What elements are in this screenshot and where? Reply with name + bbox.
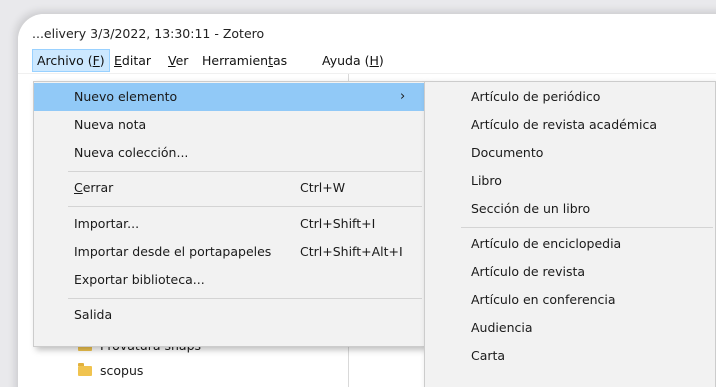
submenu-item-audiencia[interactable]: Audiencia — [425, 314, 715, 342]
submenu-item-articulo-enciclopedia[interactable]: Artículo de enciclopedia — [425, 230, 715, 258]
file-menu: Nuevo elemento › Nueva nota Nueva colecc… — [33, 81, 425, 347]
submenu-item-articulo-conferencia[interactable]: Artículo en conferencia — [425, 286, 715, 314]
submenu-item-documento[interactable]: Documento — [425, 139, 715, 167]
menu-separator — [68, 298, 422, 299]
new-item-submenu: Artículo de periódico Artículo de revist… — [424, 81, 716, 387]
submenu-item-seccion-libro[interactable]: Sección de un libro — [425, 195, 715, 223]
menu-ver[interactable]: Ver — [164, 49, 192, 72]
menu-item-importar[interactable]: Importar... Ctrl+Shift+I — [34, 210, 424, 238]
menu-item-exportar-biblioteca[interactable]: Exportar biblioteca... — [34, 266, 424, 294]
submenu-item-articulo-revista-academica[interactable]: Artículo de revista académica — [425, 111, 715, 139]
tree-item-scopus[interactable]: scopus — [78, 361, 143, 381]
zotero-window: ...elivery 3/3/2022, 13:30:11 - Zotero A… — [18, 14, 716, 387]
menu-item-nueva-nota[interactable]: Nueva nota — [34, 111, 424, 139]
menu-item-importar-portapapeles[interactable]: Importar desde el portapapeles Ctrl+Shif… — [34, 238, 424, 266]
menu-herramientas[interactable]: Herramientas — [198, 49, 291, 72]
chevron-right-icon: › — [400, 89, 406, 104]
menu-separator — [461, 227, 713, 228]
menu-bar: Archivo (F) Editar Ver Herramientas Ayud… — [18, 49, 716, 74]
menu-item-nuevo-elemento[interactable]: Nuevo elemento › — [34, 83, 424, 111]
window-title: ...elivery 3/3/2022, 13:30:11 - Zotero — [32, 26, 265, 41]
menu-editar[interactable]: Editar — [110, 49, 155, 72]
folder-icon — [78, 363, 92, 376]
menu-item-salida[interactable]: Salida — [34, 301, 424, 329]
menu-archivo[interactable]: Archivo (F) — [32, 49, 110, 72]
submenu-item-articulo-periodico[interactable]: Artículo de periódico — [425, 83, 715, 111]
menu-separator — [68, 206, 422, 207]
menu-item-nueva-coleccion[interactable]: Nueva colección... — [34, 139, 424, 167]
submenu-item-libro[interactable]: Libro — [425, 167, 715, 195]
menu-separator — [68, 171, 422, 172]
menu-ayuda[interactable]: Ayuda (H) — [318, 49, 388, 72]
menu-item-cerrar[interactable]: Cerrar Ctrl+W — [34, 174, 424, 202]
submenu-item-articulo-revista[interactable]: Artículo de revista — [425, 258, 715, 286]
submenu-item-carta[interactable]: Carta — [425, 342, 715, 370]
title-bar: ...elivery 3/3/2022, 13:30:11 - Zotero — [18, 14, 716, 48]
